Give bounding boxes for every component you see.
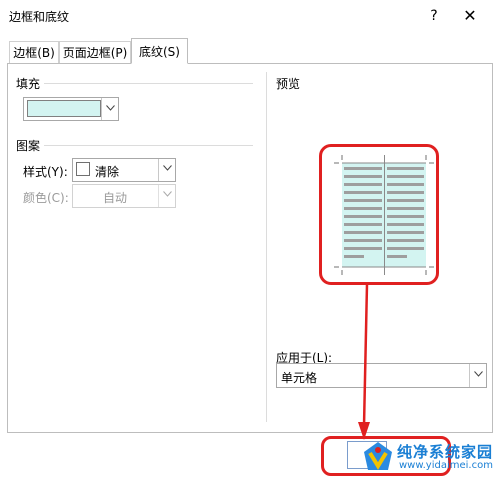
chevron-down-icon[interactable] — [158, 159, 175, 181]
tab-borders[interactable]: 边框(B) — [9, 41, 59, 63]
watermark-text: 纯净系统家园 — [397, 443, 494, 461]
chevron-down-icon — [473, 371, 483, 377]
pattern-separator — [44, 145, 253, 146]
color-value: 自动 — [103, 191, 128, 205]
watermark-url: www.yidaimei.com — [399, 460, 493, 471]
preview-highlight-box — [319, 144, 439, 285]
chevron-down-icon — [162, 191, 172, 197]
color-label: 颜色(C): — [23, 191, 69, 205]
color-dropdown[interactable]: 自动 — [72, 184, 176, 208]
apply-to-dropdown[interactable]: 单元格 — [276, 363, 487, 388]
tab-page-borders[interactable]: 页面边框(P) — [59, 41, 131, 63]
vertical-divider — [266, 72, 267, 422]
apply-to-value: 单元格 — [281, 371, 318, 385]
dialog-title: 边框和底纹 — [9, 10, 70, 24]
fill-color-swatch — [27, 100, 101, 117]
help-button[interactable]: ? — [424, 6, 444, 26]
pattern-group-label: 图案 — [16, 139, 41, 153]
chevron-down-icon[interactable] — [101, 98, 118, 120]
style-label: 样式(Y): — [23, 165, 68, 179]
chevron-down-icon — [105, 105, 115, 111]
preview-label: 预览 — [276, 77, 301, 91]
style-dropdown[interactable]: 清除 — [72, 158, 176, 182]
fill-group-label: 填充 — [16, 77, 41, 91]
style-value: 清除 — [95, 165, 120, 179]
watermark-logo-icon — [364, 442, 392, 470]
clear-pattern-swatch — [76, 162, 90, 176]
tab-shading[interactable]: 底纹(S) — [131, 38, 188, 64]
chevron-down-icon[interactable] — [158, 185, 175, 207]
fill-separator — [44, 83, 253, 84]
title-bar: 边框和底纹 ? ✕ — [0, 0, 500, 32]
arrow-annotation-icon — [358, 284, 370, 440]
chevron-down-icon[interactable] — [469, 364, 486, 387]
close-button[interactable]: ✕ — [460, 6, 480, 26]
chevron-down-icon — [162, 165, 172, 171]
